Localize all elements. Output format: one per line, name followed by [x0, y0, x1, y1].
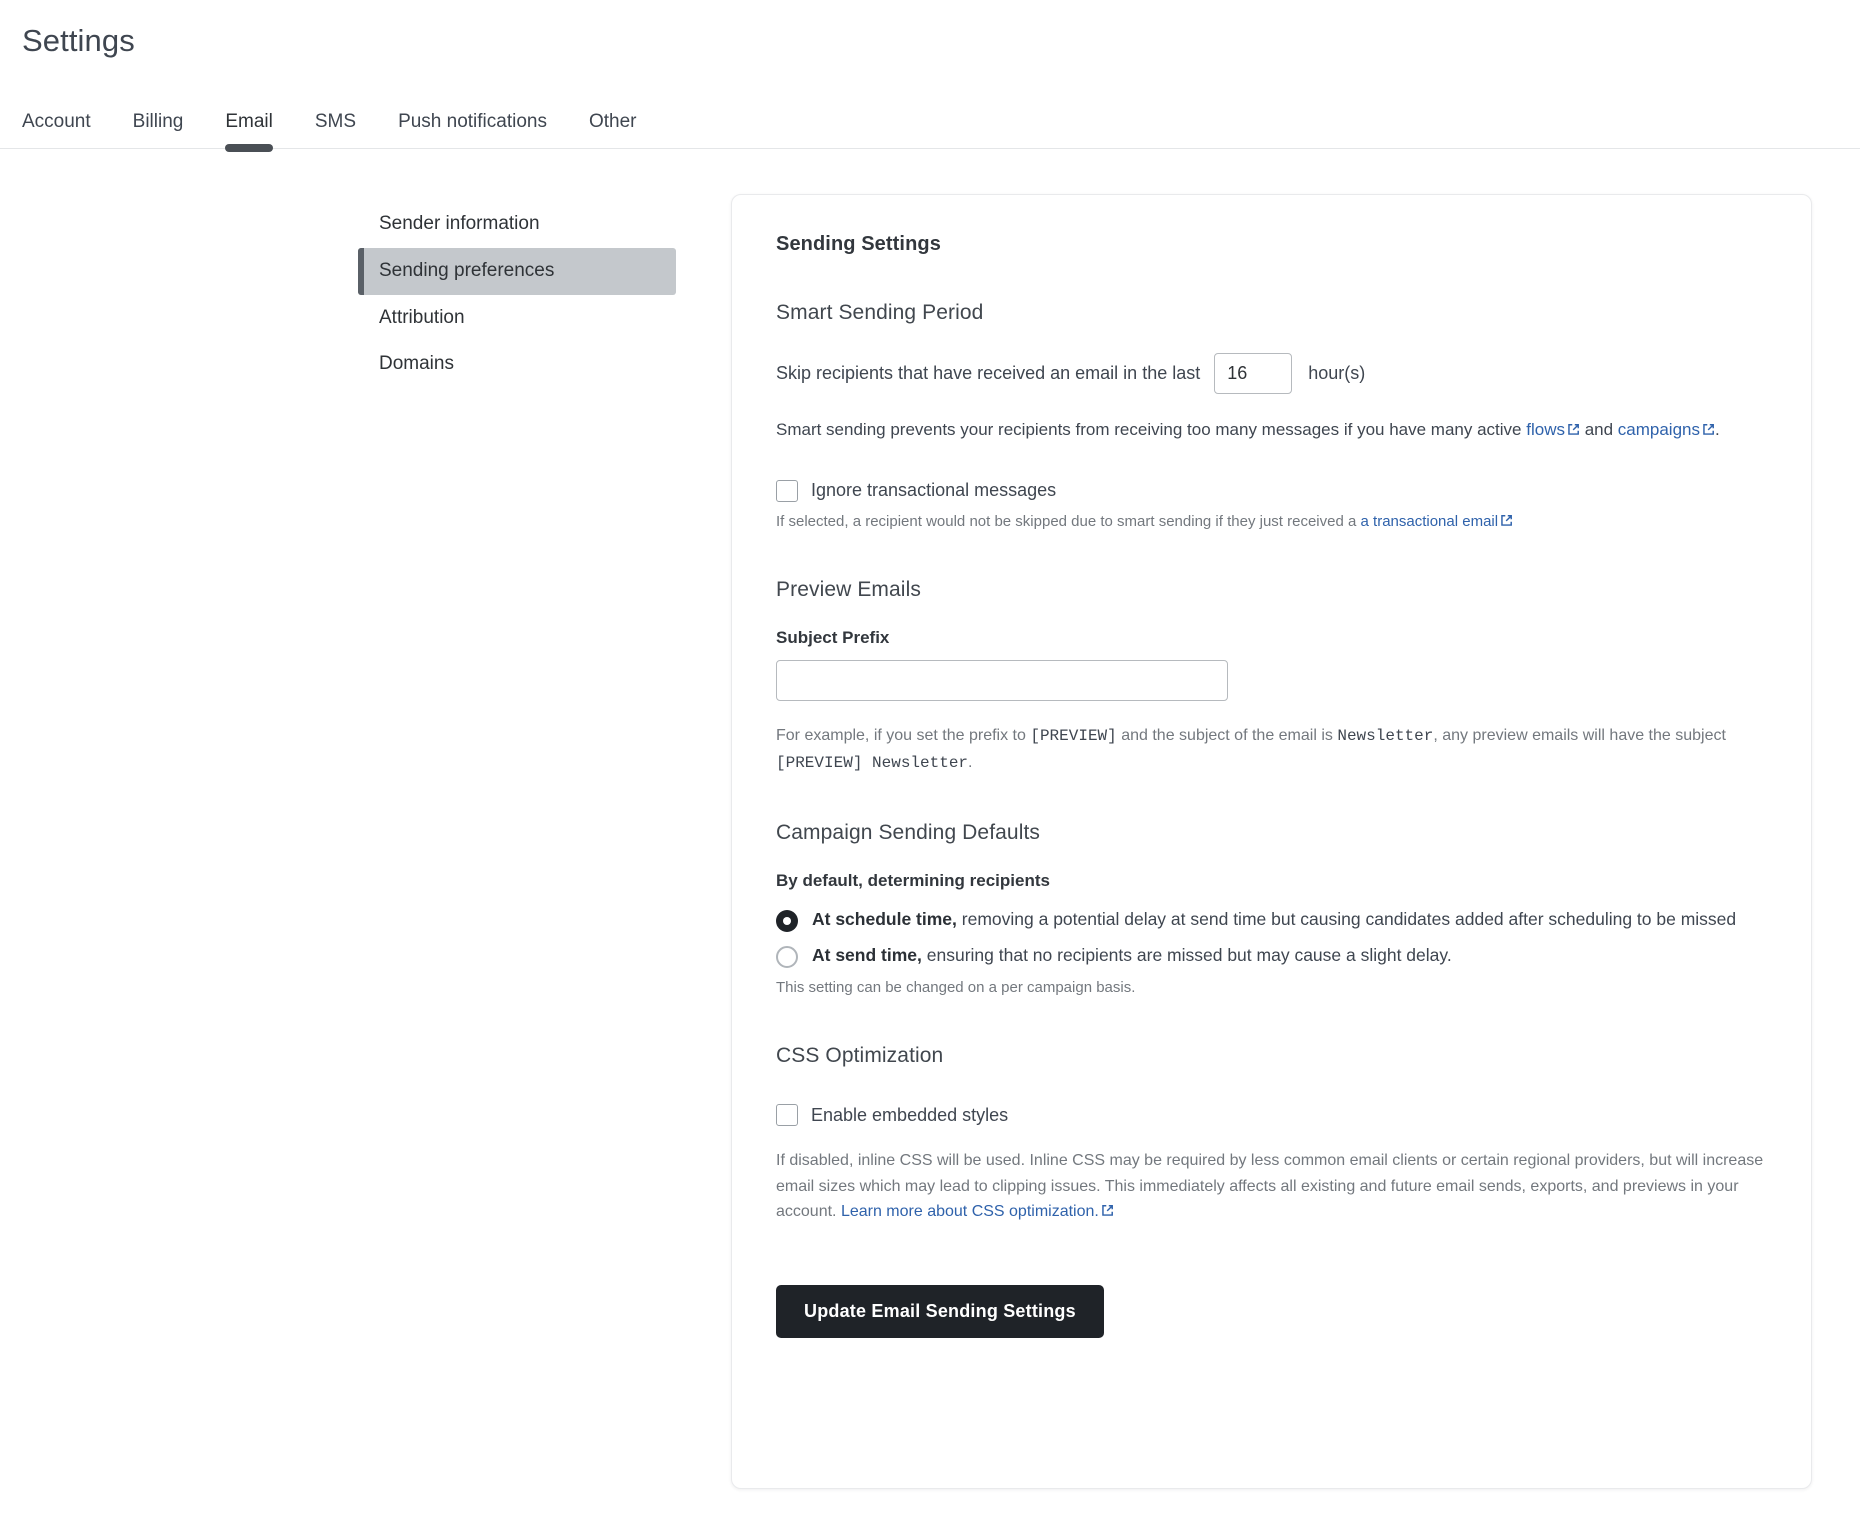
determining-recipients-radio-group: At schedule time, removing a potential d… — [776, 907, 1767, 968]
tab-account[interactable]: Account — [22, 112, 112, 148]
tab-push-notifications[interactable]: Push notifications — [377, 112, 568, 148]
skip-recipients-label: Skip recipients that have received an em… — [776, 363, 1201, 384]
transactional-email-link-label: a transactional email — [1360, 512, 1499, 530]
transactional-email-link[interactable]: a transactional email — [1361, 513, 1514, 530]
section-title-preview-emails: Preview Emails — [776, 577, 921, 601]
example-part1: For example, if you set the prefix to — [776, 726, 1031, 744]
example-code-result: [PREVIEW] Newsletter — [776, 753, 969, 772]
radio-row-at-schedule-time[interactable]: At schedule time, removing a potential d… — [776, 907, 1767, 933]
smart-sending-period-row: Skip recipients that have received an em… — [776, 353, 1767, 395]
radio-at-send-time[interactable] — [776, 945, 798, 968]
radio-at-schedule-time-bold: At schedule time, — [812, 909, 957, 930]
section-title-smart-sending-period: Smart Sending Period — [776, 301, 984, 325]
tab-other[interactable]: Other — [568, 112, 658, 148]
smart-sending-description-part3: . — [1715, 420, 1720, 440]
sending-settings-card: Sending Settings Smart Sending Period Sk… — [731, 194, 1812, 1490]
card-title: Sending Settings — [776, 233, 941, 256]
sidebar-item-domains[interactable]: Domains — [358, 341, 676, 388]
sidebar-item-attribution[interactable]: Attribution — [358, 295, 676, 342]
radio-row-at-send-time[interactable]: At send time, ensuring that no recipient… — [776, 943, 1767, 968]
radio-at-schedule-time[interactable] — [776, 910, 798, 933]
ignore-transactional-checkbox[interactable] — [776, 479, 798, 502]
campaigns-link[interactable]: campaigns — [1618, 420, 1715, 439]
smart-sending-description: Smart sending prevents your recipients f… — [776, 416, 1767, 444]
page-title: Settings — [22, 23, 135, 58]
subject-prefix-example: For example, if you set the prefix to [P… — [776, 723, 1767, 776]
subject-prefix-label: Subject Prefix — [776, 627, 890, 647]
section-title-css-optimization: CSS Optimization — [776, 1044, 944, 1068]
enable-embedded-styles-checkbox[interactable] — [776, 1104, 798, 1127]
settings-content: Sender information Sending preferences A… — [0, 149, 1860, 1490]
example-code-subject: Newsletter — [1337, 726, 1434, 745]
tab-sms[interactable]: SMS — [294, 112, 377, 148]
sidebar-item-sending-preferences[interactable]: Sending preferences — [358, 247, 676, 295]
ignore-transactional-hint: If selected, a recipient would not be sk… — [776, 510, 1767, 533]
determining-recipients-label: By default, determining recipients — [776, 871, 1050, 891]
settings-tabbar: Account Billing Email SMS Push notificat… — [0, 93, 1860, 153]
tab-billing[interactable]: Billing — [112, 112, 205, 148]
subject-prefix-input[interactable] — [776, 659, 1228, 701]
enable-embedded-styles-row[interactable]: Enable embedded styles — [776, 1104, 1767, 1127]
campaign-defaults-hint: This setting can be changed on a per cam… — [776, 978, 1136, 996]
flows-link-label: flows — [1526, 420, 1565, 440]
example-part3: , any preview emails will have the subje… — [1433, 726, 1726, 744]
email-settings-sidenav: Sender information Sending preferences A… — [358, 194, 676, 388]
smart-sending-description-part1: Smart sending prevents your recipients f… — [776, 420, 1527, 440]
section-title-campaign-sending-defaults: Campaign Sending Defaults — [776, 821, 1040, 845]
ignore-transactional-label: Ignore transactional messages — [811, 480, 1057, 501]
flows-link[interactable]: flows — [1526, 420, 1580, 439]
sidebar-item-sender-information[interactable]: Sender information — [358, 201, 676, 248]
radio-at-send-time-rest: ensuring that no recipients are missed b… — [921, 944, 1452, 965]
smart-sending-hours-input[interactable] — [1214, 353, 1293, 395]
smart-sending-description-part2: and — [1579, 420, 1618, 440]
radio-at-schedule-time-rest: removing a potential delay at send time … — [956, 909, 1737, 930]
external-link-icon — [1102, 1205, 1113, 1217]
external-link-icon — [1568, 424, 1579, 435]
page-header: Settings — [0, 0, 1860, 59]
example-code-prefix: [PREVIEW] — [1030, 726, 1117, 745]
ignore-transactional-row[interactable]: Ignore transactional messages — [776, 479, 1767, 502]
ignore-transactional-hint-text: If selected, a recipient would not be sk… — [776, 512, 1361, 530]
enable-embedded-styles-label: Enable embedded styles — [811, 1104, 1009, 1125]
update-email-sending-settings-button[interactable]: Update Email Sending Settings — [776, 1284, 1104, 1338]
css-optimization-description: If disabled, inline CSS will be used. In… — [776, 1148, 1767, 1225]
example-part2: and the subject of the email is — [1116, 726, 1338, 744]
example-part4: . — [968, 753, 973, 771]
campaigns-link-label: campaigns — [1617, 420, 1700, 440]
css-optimization-learn-more-link[interactable]: Learn more about CSS optimization. — [841, 1203, 1114, 1220]
radio-at-send-time-text: At send time, ensuring that no recipient… — [812, 943, 1452, 968]
external-link-icon — [1703, 424, 1714, 435]
external-link-icon — [1501, 514, 1513, 526]
tab-email[interactable]: Email — [204, 112, 294, 153]
radio-at-send-time-bold: At send time, — [812, 944, 922, 965]
hours-unit-label: hour(s) — [1308, 363, 1366, 384]
css-optimization-learn-more-label: Learn more about CSS optimization. — [840, 1203, 1099, 1221]
radio-at-schedule-time-text: At schedule time, removing a potential d… — [812, 907, 1736, 932]
